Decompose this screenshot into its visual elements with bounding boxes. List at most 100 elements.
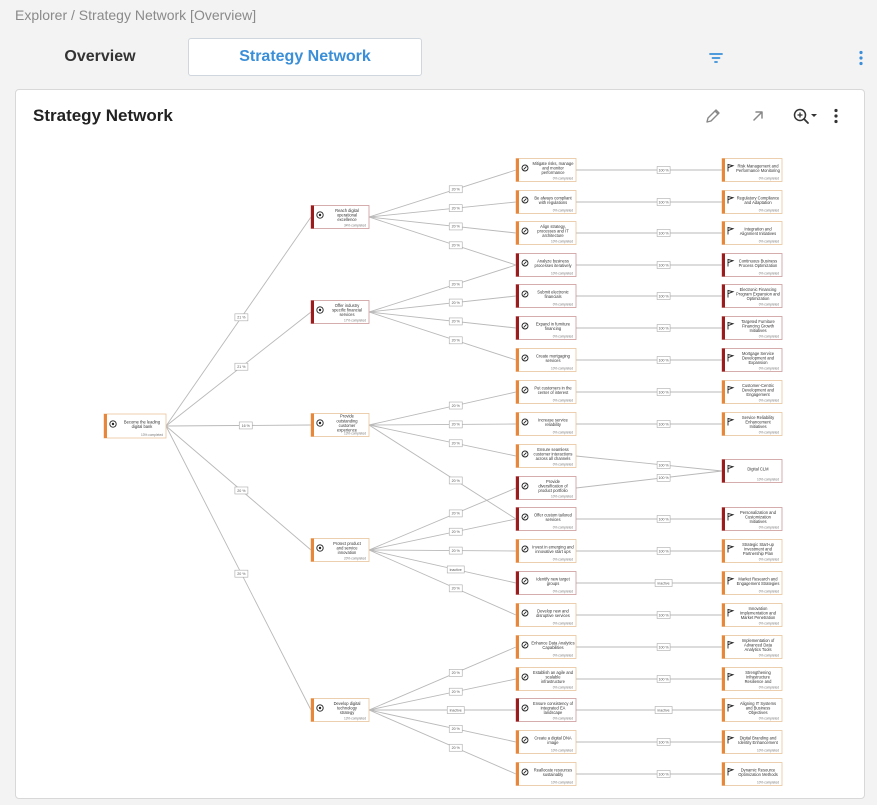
initiative-node[interactable]: Strategic Start-up Investment and Partners… xyxy=(721,539,783,563)
objective-node[interactable]: Offer custom tailored services0% complete… xyxy=(515,507,577,531)
edge-weight-label: 20 % xyxy=(448,241,463,250)
objective-node[interactable]: Analyze business processes iteratively 10%… xyxy=(515,253,577,277)
network-edge xyxy=(165,216,312,427)
objective-node[interactable]: Mitigate risks, manage and monitor perform… xyxy=(515,158,577,182)
objective-node[interactable]: Ensure seamless customer interactions acro… xyxy=(515,444,577,468)
network-edge xyxy=(368,709,517,743)
completion-status: 20% completed xyxy=(344,556,366,560)
node-label: Strategic Start-up Investment and Partners… xyxy=(742,542,775,556)
svg-text:inactive: inactive xyxy=(658,708,670,712)
objective-node[interactable]: Reallocate resources sustainably10% compl… xyxy=(515,762,577,786)
network-edge xyxy=(368,295,517,313)
initiative-node[interactable]: Continuous Business Process Optimization 0… xyxy=(721,253,783,277)
initiative-node[interactable]: Personalization and Customization Initiati… xyxy=(721,507,783,531)
node-label: Integration and Alignment Initiatives xyxy=(740,226,776,236)
objective-node[interactable]: Provide diversification of product portfol… xyxy=(515,476,577,500)
objective-node[interactable]: Identify new target groups0% completed xyxy=(515,571,577,595)
objective-node[interactable]: Align strategy, processes and IT architect… xyxy=(515,221,577,245)
edge-weight-label: 16 % xyxy=(238,421,253,430)
initiative-node[interactable]: Digital CLM 10% completed xyxy=(721,459,783,483)
objective-node[interactable]: Establish an agile and scalable infrastruc… xyxy=(515,667,577,691)
node-label: Digital Branding and Identity Enhancement xyxy=(738,735,778,745)
objective-node[interactable]: Ensure consistency of integrated EA landsc… xyxy=(515,698,577,722)
goal-node[interactable]: Reach digital operational excellence34% co… xyxy=(310,205,370,229)
completion-status: 0% completed xyxy=(759,685,779,689)
objective-node[interactable]: Submit electronic financials0% completed xyxy=(515,284,577,308)
svg-text:100 %: 100 % xyxy=(658,772,669,776)
completion-status: 0% completed xyxy=(759,239,779,243)
completion-status: 10% completed xyxy=(551,271,573,275)
edge-weight-label: 20 % xyxy=(448,527,463,536)
completion-status: 13% completed xyxy=(141,433,163,437)
strategy-network-graph[interactable]: 21 % 21 % 16 % 20 % 20 % 20 % 20 % 20 % 20 % 20 %… xyxy=(16,90,864,798)
network-edge xyxy=(368,709,517,775)
objective-node[interactable]: Expand in furniture financing0% completed xyxy=(515,316,577,340)
svg-text:20 %: 20 % xyxy=(452,206,461,210)
initiative-node[interactable]: Service Reliability Enhancement Initiative… xyxy=(721,412,783,436)
goal-node[interactable]: Develop digital technology strategy13% com… xyxy=(310,698,370,722)
network-edge xyxy=(368,216,517,234)
initiative-node[interactable]: Risk Management and Performance Monitorin… xyxy=(721,158,783,182)
completion-status: 0% completed xyxy=(759,398,779,402)
edge-weight-label: 20 % xyxy=(448,280,463,289)
goal-node[interactable]: Protect product and service innovation20% … xyxy=(310,538,370,562)
svg-text:20 %: 20 % xyxy=(452,423,461,427)
initiative-node[interactable]: Electronic Financing Program Expansion an… xyxy=(721,284,783,308)
objective-node[interactable]: Enhance Data Analytics Capabilities0% com… xyxy=(515,635,577,659)
network-edge xyxy=(368,311,517,329)
root-goal-node[interactable]: Become the leading digital bank13% comple… xyxy=(103,413,167,439)
completion-status: 0% completed xyxy=(759,334,779,338)
initiative-node[interactable]: Integration and Alignment Initiatives 0% c… xyxy=(721,221,783,245)
more-vert-icon[interactable] xyxy=(852,47,870,69)
initiative-node[interactable]: Market Research and Engagement Strategies… xyxy=(721,571,783,595)
svg-text:20 %: 20 % xyxy=(452,404,461,408)
svg-text:100 %: 100 % xyxy=(658,517,669,521)
initiative-node[interactable]: Regulatory Compliance and Adaptation0% co… xyxy=(721,190,783,214)
initiative-node[interactable]: Mortgage Service Development and Expansion… xyxy=(721,348,783,372)
tab-overview[interactable]: Overview xyxy=(20,38,180,76)
goal-node[interactable]: Provide outstanding customer experience13% … xyxy=(310,413,370,437)
network-edge xyxy=(368,311,517,361)
initiative-node[interactable]: Implementation of Advanced Data Analytics … xyxy=(721,635,783,659)
edge-weight-label: 20 % xyxy=(448,401,463,410)
edge-weight-label: 20 % xyxy=(448,439,463,448)
edge-weight-label: 21 % xyxy=(234,313,249,322)
edge-weight-label: 100 % xyxy=(656,675,671,683)
completion-status: 0% completed xyxy=(759,525,779,529)
initiative-node[interactable]: Innovation Implementation and Market Penet… xyxy=(721,603,783,627)
objective-node[interactable]: Create mortgaging services10% completed xyxy=(515,348,577,372)
svg-text:20 %: 20 % xyxy=(452,188,461,192)
tab-strategy-network[interactable]: Strategy Network xyxy=(188,38,422,76)
objective-node[interactable]: Create a digital DNA image10% completed xyxy=(515,730,577,754)
svg-text:20 %: 20 % xyxy=(452,530,461,534)
completion-status: 0% completed xyxy=(759,653,779,657)
completion-status: 0% completed xyxy=(553,685,573,689)
objective-node[interactable]: Be always compliant with regulations 0% co… xyxy=(515,190,577,214)
edge-weight-label: 100 % xyxy=(656,515,671,523)
initiative-node[interactable]: Targeted Furniture Financing Growth Initia… xyxy=(721,316,783,340)
initiative-node[interactable]: Customer-Centric Development and Engagemen… xyxy=(721,380,783,404)
initiative-node[interactable]: Strengthening Infrastructure Resilience an… xyxy=(721,667,783,691)
strategy-network-panel: Strategy Network 21 % 21 % 16 % 20 % 20 % 20 … xyxy=(15,89,865,799)
objective-node[interactable]: Invest in emerging and innovative start u… xyxy=(515,539,577,563)
completion-status: 0% completed xyxy=(759,430,779,434)
node-label: Continuous Business Process Optimization xyxy=(739,258,778,268)
svg-text:100 %: 100 % xyxy=(658,358,669,362)
objective-node[interactable]: Increase service reliability0% completed xyxy=(515,412,577,436)
initiative-node[interactable]: Dynamic Resource Optimization Methods 10% … xyxy=(721,762,783,786)
objective-node[interactable]: Develop new and disruptive services 0% com… xyxy=(515,603,577,627)
filter-icon[interactable] xyxy=(704,47,728,69)
completion-status: 0% completed xyxy=(759,208,779,212)
completion-status: 13% completed xyxy=(344,716,366,720)
svg-text:20 %: 20 % xyxy=(452,512,461,516)
svg-text:20 %: 20 % xyxy=(452,225,461,229)
svg-text:20 %: 20 % xyxy=(452,244,461,248)
edge-weight-label: 20 % xyxy=(448,185,463,194)
completion-status: 0% completed xyxy=(759,366,779,370)
goal-node[interactable]: Offer industry specific financial services… xyxy=(310,300,370,324)
initiative-node[interactable]: Aligning IT Systems and Business Objective… xyxy=(721,698,783,722)
initiative-node[interactable]: Digital Branding and Identity Enhancement… xyxy=(721,730,783,754)
network-edge xyxy=(368,549,517,616)
svg-text:20 %: 20 % xyxy=(452,442,461,446)
objective-node[interactable]: Put customers in the center of interest 0%… xyxy=(515,380,577,404)
